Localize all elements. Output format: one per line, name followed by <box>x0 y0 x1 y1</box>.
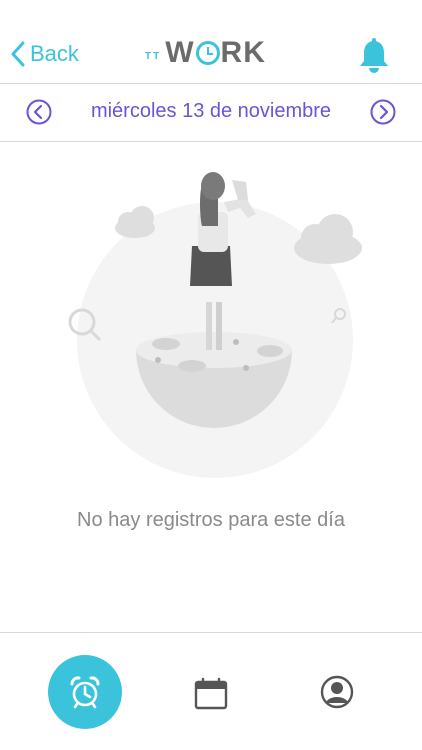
cloud-icon-right <box>294 214 362 264</box>
logo-wordmark: W RK <box>165 36 266 70</box>
chevron-left-circle-icon[interactable] <box>26 99 52 125</box>
date-navigation: miércoles 13 de noviembre <box>0 84 422 142</box>
chevron-right-circle-icon[interactable] <box>370 99 396 125</box>
logo-rk: RK <box>220 36 266 69</box>
back-label: Back <box>30 41 79 66</box>
user-profile-icon[interactable] <box>320 675 354 709</box>
bottom-tab-bar <box>0 632 422 750</box>
app-logo: TT W RK <box>145 34 266 70</box>
empty-state-illustration <box>68 172 362 478</box>
app-header: Back TT W RK <box>0 0 422 84</box>
chevron-left-icon <box>11 41 25 67</box>
back-button[interactable]: Back <box>10 38 79 70</box>
calendar-icon[interactable] <box>194 677 228 711</box>
tab-alarm[interactable] <box>48 655 122 729</box>
bell-icon[interactable] <box>358 38 390 74</box>
cloud-icon <box>115 206 155 238</box>
alarm-clock-icon <box>70 676 100 709</box>
clock-icon <box>195 41 220 65</box>
current-date: miércoles 13 de noviembre <box>90 100 332 122</box>
logo-w: W <box>165 36 195 69</box>
empty-state-message: No hay registros para este día <box>77 509 345 531</box>
logo-prefix: TT <box>145 51 162 62</box>
